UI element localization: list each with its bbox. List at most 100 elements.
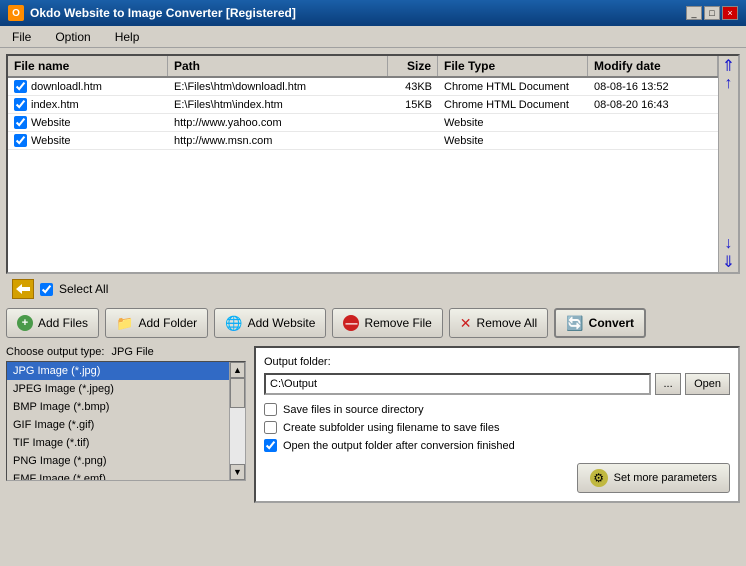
col-header-name: File name (8, 56, 168, 76)
output-folder-panel: Output folder: ... Open Save files in so… (254, 346, 740, 503)
option-row-1: Create subfolder using filename to save … (264, 421, 730, 434)
table-header: File name Path Size File Type Modify dat… (8, 56, 718, 78)
col-header-date: Modify date (588, 56, 718, 76)
row-checkbox-3[interactable] (14, 134, 27, 147)
select-all-checkbox[interactable] (40, 283, 53, 296)
col-header-type: File Type (438, 56, 588, 76)
select-all-label: Select All (59, 282, 108, 296)
output-type-selected: JPG File (112, 346, 154, 358)
convert-icon: 🔄 (566, 315, 583, 332)
output-scroll-track (230, 378, 245, 464)
cell-size-3 (388, 139, 438, 143)
cell-type-1: Chrome HTML Document (438, 97, 588, 113)
minimize-button[interactable]: _ (686, 6, 702, 20)
option-checkbox-2[interactable] (264, 439, 277, 452)
output-scroll-down[interactable]: ▼ (230, 464, 245, 480)
output-item-jpg[interactable]: JPG Image (*.jpg) (7, 362, 229, 380)
row-checkbox-2[interactable] (14, 116, 27, 129)
table-row[interactable]: downloadl.htm E:\Files\htm\downloadl.htm… (8, 78, 718, 96)
add-files-button[interactable]: + Add Files (6, 308, 99, 338)
table-row[interactable]: index.htm E:\Files\htm\index.htm 15KB Ch… (8, 96, 718, 114)
convert-button[interactable]: 🔄 Convert (554, 308, 646, 338)
table-row[interactable]: Website http://www.yahoo.com Website (8, 114, 718, 132)
cell-name-0: downloadl.htm (8, 78, 168, 95)
cell-size-1: 15KB (388, 97, 438, 113)
output-item-bmp[interactable]: BMP Image (*.bmp) (7, 398, 229, 416)
menu-option[interactable]: Option (51, 29, 94, 45)
open-button[interactable]: Open (685, 373, 730, 395)
remove-all-icon: ✕ (460, 315, 472, 332)
output-scrollbar: ▲ ▼ (229, 362, 245, 480)
scroll-up-button[interactable]: ↑ (721, 76, 737, 92)
toolbar: + Add Files 📁 Add Folder 🌐 Add Website —… (6, 304, 740, 342)
file-list-container: File name Path Size File Type Modify dat… (6, 54, 740, 274)
cell-name-2: Website (8, 114, 168, 131)
title-bar: O Okdo Website to Image Converter [Regis… (0, 0, 746, 26)
col-header-path: Path (168, 56, 388, 76)
file-table: File name Path Size File Type Modify dat… (8, 56, 718, 272)
output-item-png[interactable]: PNG Image (*.png) (7, 452, 229, 470)
output-type-section: Choose output type: JPG File JPG Image (… (6, 346, 246, 503)
row-checkbox-1[interactable] (14, 98, 27, 111)
output-item-gif[interactable]: GIF Image (*.gif) (7, 416, 229, 434)
scroll-down-button[interactable]: ↓ (721, 236, 737, 252)
cell-date-0: 08-08-16 13:52 (588, 79, 718, 95)
option-checkbox-0[interactable] (264, 403, 277, 416)
option-row-2: Open the output folder after conversion … (264, 439, 730, 452)
cell-path-0: E:\Files\htm\downloadl.htm (168, 79, 388, 95)
menu-bar: File Option Help (0, 26, 746, 48)
gear-icon: ⚙ (590, 469, 608, 487)
main-content: File name Path Size File Type Modify dat… (0, 48, 746, 566)
maximize-button[interactable]: □ (704, 6, 720, 20)
output-items: JPG Image (*.jpg) JPEG Image (*.jpeg) BM… (7, 362, 229, 480)
cell-date-2 (588, 121, 718, 125)
remove-file-icon: — (343, 315, 359, 331)
table-row[interactable]: Website http://www.msn.com Website (8, 132, 718, 150)
add-website-icon: 🌐 (225, 315, 242, 332)
cell-name-1: index.htm (8, 96, 168, 113)
add-folder-icon: 📁 (116, 315, 133, 332)
back-arrow-icon (16, 283, 30, 295)
menu-help[interactable]: Help (111, 29, 144, 45)
cell-path-2: http://www.yahoo.com (168, 115, 388, 131)
output-item-emf[interactable]: EMF Image (*.emf) (7, 470, 229, 480)
cell-date-3 (588, 139, 718, 143)
cell-size-2 (388, 121, 438, 125)
back-icon[interactable] (12, 279, 34, 299)
option-label-1: Create subfolder using filename to save … (283, 422, 499, 434)
file-list-scrollbar: ⇑ ↑ ↓ ⇓ (718, 56, 738, 272)
output-folder-label: Output folder: (264, 356, 730, 368)
cell-type-3: Website (438, 133, 588, 149)
menu-file[interactable]: File (8, 29, 35, 45)
browse-button[interactable]: ... (655, 373, 681, 395)
output-item-jpeg[interactable]: JPEG Image (*.jpeg) (7, 380, 229, 398)
app-icon: O (8, 5, 24, 21)
bottom-section: Choose output type: JPG File JPG Image (… (6, 346, 740, 503)
set-params-button[interactable]: ⚙ Set more parameters (577, 463, 730, 493)
remove-all-button[interactable]: ✕ Remove All (449, 308, 548, 338)
table-body: downloadl.htm E:\Files\htm\downloadl.htm… (8, 78, 718, 272)
scroll-bottom-button[interactable]: ⇓ (721, 254, 737, 270)
option-checkbox-1[interactable] (264, 421, 277, 434)
output-scroll-up[interactable]: ▲ (230, 362, 245, 378)
add-files-icon: + (17, 315, 33, 331)
col-header-size: Size (388, 56, 438, 76)
cell-size-0: 43KB (388, 79, 438, 95)
output-type-list: JPG Image (*.jpg) JPEG Image (*.jpeg) BM… (6, 361, 246, 481)
option-label-2: Open the output folder after conversion … (283, 440, 515, 452)
add-folder-button[interactable]: 📁 Add Folder (105, 308, 208, 338)
output-folder-input[interactable] (264, 373, 651, 395)
cell-date-1: 08-08-20 16:43 (588, 97, 718, 113)
close-button[interactable]: × (722, 6, 738, 20)
cell-path-1: E:\Files\htm\index.htm (168, 97, 388, 113)
window-title: Okdo Website to Image Converter [Registe… (30, 6, 296, 20)
scroll-top-button[interactable]: ⇑ (721, 58, 737, 74)
row-checkbox-0[interactable] (14, 80, 27, 93)
output-type-label: Choose output type: JPG File (6, 346, 246, 358)
output-item-tif[interactable]: TIF Image (*.tif) (7, 434, 229, 452)
cell-path-3: http://www.msn.com (168, 133, 388, 149)
remove-file-button[interactable]: — Remove File (332, 308, 442, 338)
add-website-button[interactable]: 🌐 Add Website (214, 308, 326, 338)
output-scroll-thumb[interactable] (230, 378, 245, 408)
folder-row: ... Open (264, 373, 730, 395)
